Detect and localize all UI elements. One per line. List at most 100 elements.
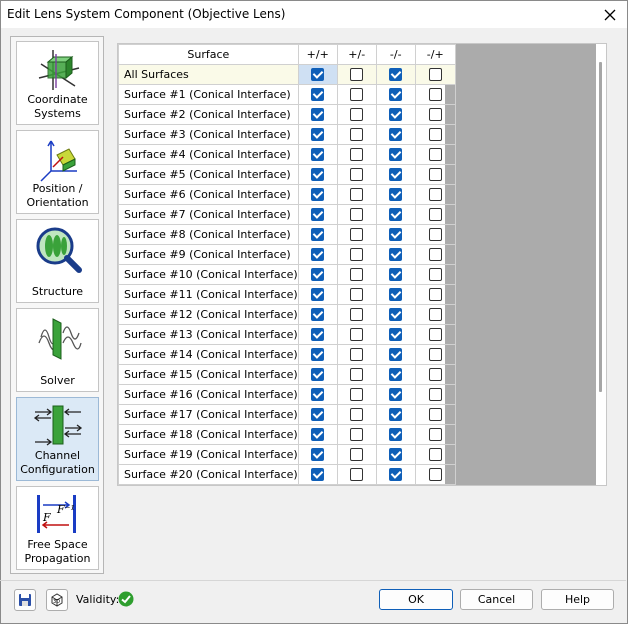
surface-name[interactable]: Surface #17 (Conical Interface) <box>118 404 299 425</box>
sidebar-item-free-space-propagation[interactable]: F F⁻¹ Free Space Propagation <box>16 486 99 570</box>
channel-checkbox[interactable] <box>428 248 442 262</box>
channel-checkbox[interactable] <box>350 108 364 122</box>
channel-checkbox[interactable] <box>389 208 403 222</box>
channel-checkbox[interactable] <box>311 308 325 322</box>
channel-checkbox[interactable] <box>428 68 442 82</box>
surface-name[interactable]: Surface #15 (Conical Interface) <box>118 364 299 385</box>
surface-name[interactable]: Surface #1 (Conical Interface) <box>118 84 299 105</box>
channel-checkbox[interactable] <box>389 108 403 122</box>
cancel-button[interactable]: Cancel <box>460 589 533 610</box>
surface-name[interactable]: Surface #19 (Conical Interface) <box>118 444 299 465</box>
channel-checkbox[interactable] <box>350 148 364 162</box>
channel-checkbox[interactable] <box>428 108 442 122</box>
channel-checkbox[interactable] <box>428 428 442 442</box>
channel-checkbox[interactable] <box>350 228 364 242</box>
view-3d-button[interactable]: 3D <box>46 589 68 611</box>
channel-checkbox[interactable] <box>350 408 364 422</box>
channel-checkbox[interactable] <box>350 308 364 322</box>
surface-name[interactable]: Surface #12 (Conical Interface) <box>118 304 299 325</box>
surface-name[interactable]: Surface #18 (Conical Interface) <box>118 424 299 445</box>
channel-checkbox[interactable] <box>311 148 325 162</box>
channel-checkbox[interactable] <box>389 288 403 302</box>
channel-checkbox[interactable] <box>350 88 364 102</box>
channel-checkbox[interactable] <box>389 328 403 342</box>
channel-checkbox[interactable] <box>350 448 364 462</box>
channel-checkbox[interactable] <box>389 408 403 422</box>
channel-checkbox[interactable] <box>311 288 325 302</box>
channel-checkbox[interactable] <box>428 308 442 322</box>
surface-name[interactable]: Surface #9 (Conical Interface) <box>118 244 299 265</box>
channel-checkbox[interactable] <box>350 388 364 402</box>
channel-checkbox[interactable] <box>389 448 403 462</box>
channel-checkbox[interactable] <box>311 128 325 142</box>
sidebar-item-structure[interactable]: Structure <box>16 219 99 303</box>
surface-name[interactable]: Surface #7 (Conical Interface) <box>118 204 299 225</box>
column-header-minus-plus[interactable]: -/+ <box>414 44 456 65</box>
channel-checkbox[interactable] <box>389 188 403 202</box>
channel-checkbox[interactable] <box>428 268 442 282</box>
sidebar-item-solver[interactable]: Solver <box>16 308 99 392</box>
channel-checkbox[interactable] <box>428 168 442 182</box>
channel-checkbox[interactable] <box>311 68 325 82</box>
channel-checkbox[interactable] <box>350 328 364 342</box>
channel-checkbox[interactable] <box>350 208 364 222</box>
channel-checkbox[interactable] <box>350 428 364 442</box>
channel-checkbox[interactable] <box>311 228 325 242</box>
channel-checkbox[interactable] <box>428 288 442 302</box>
help-button[interactable]: Help <box>541 589 614 610</box>
column-header-plus-minus[interactable]: +/- <box>336 44 377 65</box>
channel-checkbox[interactable] <box>311 248 325 262</box>
channel-checkbox[interactable] <box>311 268 325 282</box>
channel-checkbox[interactable] <box>311 348 325 362</box>
vertical-scrollbar[interactable] <box>596 44 606 485</box>
column-header-surface[interactable]: Surface <box>118 44 299 65</box>
channel-checkbox[interactable] <box>428 188 442 202</box>
channel-checkbox[interactable] <box>350 288 364 302</box>
channel-checkbox[interactable] <box>428 228 442 242</box>
surface-name[interactable]: Surface #3 (Conical Interface) <box>118 124 299 145</box>
channel-checkbox[interactable] <box>389 268 403 282</box>
channel-checkbox[interactable] <box>389 88 403 102</box>
channel-checkbox[interactable] <box>311 448 325 462</box>
channel-checkbox[interactable] <box>311 88 325 102</box>
sidebar-item-coordinate-systems[interactable]: Coordinate Systems <box>16 41 99 125</box>
channel-checkbox[interactable] <box>311 168 325 182</box>
channel-checkbox[interactable] <box>311 108 325 122</box>
save-button[interactable] <box>14 589 36 611</box>
channel-checkbox[interactable] <box>311 328 325 342</box>
ok-button[interactable]: OK <box>379 589 453 610</box>
channel-checkbox[interactable] <box>428 368 442 382</box>
channel-checkbox[interactable] <box>350 128 364 142</box>
channel-checkbox[interactable] <box>389 128 403 142</box>
surface-name[interactable]: Surface #8 (Conical Interface) <box>118 224 299 245</box>
surface-name[interactable]: Surface #10 (Conical Interface) <box>118 264 299 285</box>
channel-checkbox[interactable] <box>311 428 325 442</box>
surface-name[interactable]: Surface #16 (Conical Interface) <box>118 384 299 405</box>
channel-checkbox[interactable] <box>428 328 442 342</box>
channel-checkbox[interactable] <box>389 308 403 322</box>
channel-checkbox[interactable] <box>389 348 403 362</box>
channel-checkbox[interactable] <box>428 208 442 222</box>
channel-checkbox[interactable] <box>389 368 403 382</box>
channel-checkbox[interactable] <box>389 148 403 162</box>
surface-name[interactable]: Surface #14 (Conical Interface) <box>118 344 299 365</box>
surface-name[interactable]: Surface #4 (Conical Interface) <box>118 144 299 165</box>
channel-checkbox[interactable] <box>350 468 364 482</box>
channel-checkbox[interactable] <box>350 268 364 282</box>
surface-name[interactable]: Surface #2 (Conical Interface) <box>118 104 299 125</box>
channel-checkbox[interactable] <box>428 468 442 482</box>
channel-checkbox[interactable] <box>350 188 364 202</box>
channel-checkbox[interactable] <box>389 248 403 262</box>
channel-checkbox[interactable] <box>389 468 403 482</box>
sidebar-item-channel-configuration[interactable]: Channel Configuration <box>16 397 99 481</box>
channel-checkbox[interactable] <box>350 248 364 262</box>
channel-checkbox[interactable] <box>428 88 442 102</box>
channel-checkbox[interactable] <box>350 368 364 382</box>
channel-checkbox[interactable] <box>311 408 325 422</box>
channel-checkbox[interactable] <box>311 188 325 202</box>
channel-checkbox[interactable] <box>428 148 442 162</box>
channel-checkbox[interactable] <box>311 208 325 222</box>
surface-name[interactable]: Surface #11 (Conical Interface) <box>118 284 299 305</box>
sidebar-item-position-orientation[interactable]: Position / Orientation <box>16 130 99 214</box>
channel-checkbox[interactable] <box>428 448 442 462</box>
